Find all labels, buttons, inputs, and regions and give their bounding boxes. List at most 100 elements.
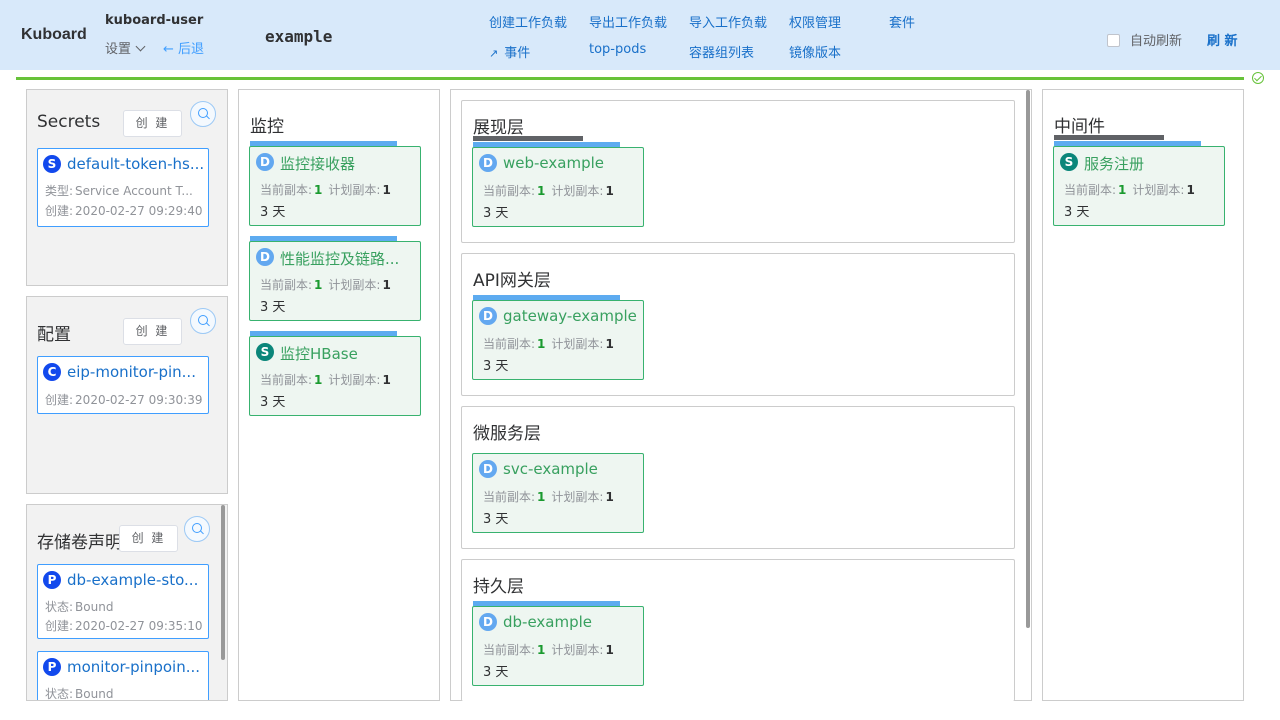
column-underline (1054, 135, 1164, 140)
workload-badge: D (256, 153, 274, 171)
config-badge: C (43, 363, 61, 381)
workload-name[interactable]: 监控HBase (280, 343, 416, 364)
pvc-created: 创建: 2020-02-27 09:35:10 (45, 619, 203, 633)
nav-permissions[interactable]: 权限管理 (789, 12, 841, 31)
workload-replicas: 当前副本: 1 计划副本: 1 (483, 337, 614, 351)
workload-age: 3 天 (1064, 205, 1090, 220)
pvc-panel: 存储卷声明 创 建 P db-example-sto... 状态: Bound 创… (26, 504, 228, 701)
nav-events-label: 事件 (504, 46, 531, 61)
zoom-in-icon[interactable] (190, 101, 216, 127)
workload-age: 3 天 (483, 359, 509, 374)
nav-create-workload[interactable]: 创建工作负载 (489, 12, 567, 31)
top-header: Kuboard kuboard-user 设置 ← 后退 example 创建工… (0, 0, 1280, 70)
zoom-in-icon[interactable] (184, 516, 210, 542)
workload-name[interactable]: web-example (503, 154, 639, 172)
workload-name[interactable]: 服务注册 (1084, 153, 1220, 174)
pvc-card[interactable]: P db-example-sto... 状态: Bound 创建: 2020-02-… (37, 564, 209, 639)
settings-dropdown[interactable]: 设置 (105, 38, 146, 57)
config-name[interactable]: eip-monitor-pin... (67, 363, 205, 381)
pvc-name[interactable]: monitor-pinpoin... (67, 658, 205, 676)
nav-export-workload[interactable]: 导出工作负载 (589, 12, 667, 31)
workload-replicas: 当前副本: 1 计划副本: 1 (1064, 183, 1195, 197)
workload-age: 3 天 (260, 300, 286, 315)
workload-replicas: 当前副本: 1 计划副本: 1 (260, 278, 391, 292)
layer-panel: 持久层 D db-example 当前副本: 1 计划副本: 1 3 天 (461, 559, 1015, 701)
secrets-title: Secrets (37, 112, 101, 132)
config-card[interactable]: C eip-monitor-pin... 创建: 2020-02-27 09:30… (37, 356, 209, 414)
check-circle-icon (1252, 72, 1264, 84)
secret-card[interactable]: S default-token-hs... 类型: Service Account… (37, 148, 209, 227)
auto-refresh-toggle[interactable]: 自动刷新 (1107, 30, 1182, 49)
workload-age: 3 天 (260, 395, 286, 410)
workload-badge: D (479, 613, 497, 631)
layer-panel: API网关层 D gateway-example 当前副本: 1 计划副本: 1 3 … (461, 253, 1015, 396)
pvc-card[interactable]: P monitor-pinpoin... 状态: Bound (37, 651, 209, 701)
nav-container-groups[interactable]: 容器组列表 (689, 42, 754, 61)
zoom-in-icon[interactable] (190, 308, 216, 334)
workload-replicas: 当前副本: 1 计划副本: 1 (483, 643, 614, 657)
layers-scrollbar[interactable] (1026, 90, 1030, 628)
layer-panel: 微服务层 D svc-example 当前副本: 1 计划副本: 1 3 天 (461, 406, 1015, 549)
auto-refresh-checkbox[interactable] (1107, 34, 1120, 47)
workload-card[interactable]: S 监控HBase 当前副本: 1 计划副本: 1 3 天 (249, 336, 421, 416)
secret-created: 创建: 2020-02-27 09:29:40 (45, 204, 203, 218)
secret-badge: S (43, 155, 61, 173)
config-title: 配置 (37, 325, 71, 345)
auto-refresh-label: 自动刷新 (1130, 34, 1183, 49)
nav-top-pods[interactable]: top-pods (589, 42, 646, 57)
nav-import-workload[interactable]: 导入工作负载 (689, 12, 767, 31)
pvc-badge: P (43, 658, 61, 676)
middleware-title: 中间件 (1054, 117, 1105, 137)
workload-replicas: 当前副本: 1 计划副本: 1 (260, 373, 391, 387)
workload-badge: D (479, 460, 497, 478)
secrets-panel: Secrets 创 建 S default-token-hs... 类型: Ser… (26, 89, 228, 286)
workload-card[interactable]: D gateway-example 当前副本: 1 计划副本: 1 3 天 (472, 300, 644, 380)
workload-name[interactable]: db-example (503, 613, 639, 631)
settings-label: 设置 (105, 42, 132, 57)
monitor-title: 监控 (250, 117, 284, 137)
create-pvc-button[interactable]: 创 建 (119, 525, 178, 552)
workload-badge: S (256, 343, 274, 361)
workload-card[interactable]: D db-example 当前副本: 1 计划副本: 1 3 天 (472, 606, 644, 686)
workload-card[interactable]: D web-example 当前副本: 1 计划副本: 1 3 天 (472, 147, 644, 227)
workload-name[interactable]: 性能监控及链路... (280, 248, 416, 269)
config-created: 创建: 2020-02-27 09:30:39 (45, 393, 203, 407)
layer-title: 持久层 (473, 577, 524, 597)
workload-badge: S (1060, 153, 1078, 171)
nav-image-versions[interactable]: 镜像版本 (789, 42, 841, 61)
layer-title: 展现层 (473, 118, 524, 138)
user-name: kuboard-user (105, 13, 204, 28)
namespace-title: example (265, 27, 333, 46)
workload-badge: D (256, 248, 274, 266)
pvc-status: 状态: Bound (45, 600, 114, 614)
refresh-button[interactable]: 刷 新 (1207, 30, 1238, 49)
workload-name[interactable]: svc-example (503, 460, 639, 478)
workload-replicas: 当前副本: 1 计划副本: 1 (483, 490, 614, 504)
workload-badge: D (479, 307, 497, 325)
pvc-badge: P (43, 571, 61, 589)
back-link[interactable]: ← 后退 (163, 38, 204, 57)
create-secret-button[interactable]: 创 建 (123, 110, 182, 137)
panel-scrollbar[interactable] (221, 505, 225, 660)
workload-age: 3 天 (483, 665, 509, 680)
app-logo[interactable]: Kuboard (21, 26, 87, 44)
create-config-button[interactable]: 创 建 (123, 318, 182, 345)
workload-card[interactable]: S 服务注册 当前副本: 1 计划副本: 1 3 天 (1053, 146, 1225, 226)
secret-name[interactable]: default-token-hs... (67, 155, 205, 173)
workload-badge: D (479, 154, 497, 172)
workload-age: 3 天 (260, 205, 286, 220)
workload-name[interactable]: gateway-example (503, 307, 639, 325)
workload-name[interactable]: 监控接收器 (280, 153, 416, 174)
workload-age: 3 天 (483, 512, 509, 527)
workload-card[interactable]: D svc-example 当前副本: 1 计划副本: 1 3 天 (472, 453, 644, 533)
workload-age: 3 天 (483, 206, 509, 221)
nav-suite[interactable]: 套件 (889, 12, 915, 31)
workload-card[interactable]: D 性能监控及链路... 当前副本: 1 计划副本: 1 3 天 (249, 241, 421, 321)
nav-events[interactable]: ↗ 事件 (489, 42, 530, 61)
pvc-status: 状态: Bound (45, 687, 114, 701)
pvc-name[interactable]: db-example-sto... (67, 571, 205, 589)
layer-title: API网关层 (473, 271, 551, 291)
layer-panel: 展现层 D web-example 当前副本: 1 计划副本: 1 3 天 (461, 100, 1015, 243)
workload-card[interactable]: D 监控接收器 当前副本: 1 计划副本: 1 3 天 (249, 146, 421, 226)
pvc-title: 存储卷声明 (37, 533, 122, 553)
